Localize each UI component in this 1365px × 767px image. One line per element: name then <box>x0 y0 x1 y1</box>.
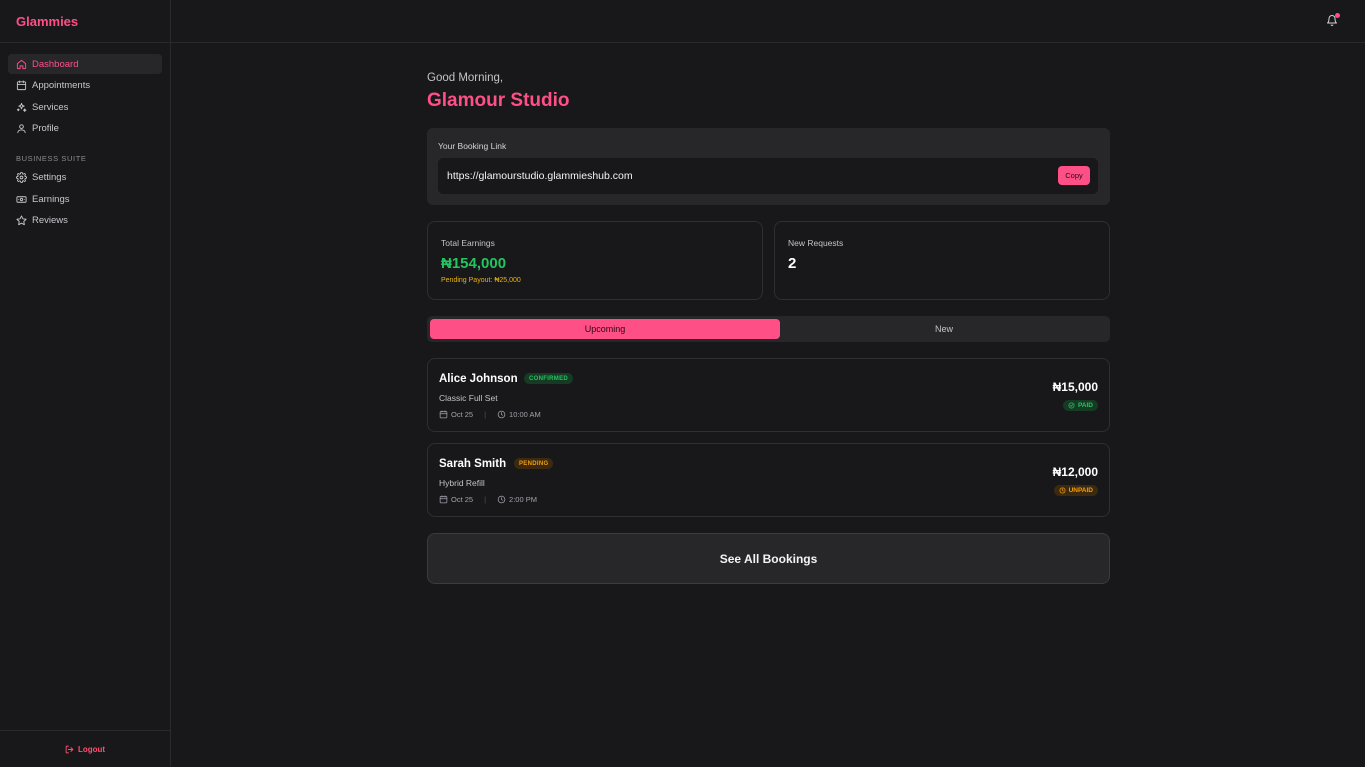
stat-value: ₦154,000 <box>441 255 507 272</box>
check-circle-icon <box>1068 402 1075 409</box>
client-name: Alice Johnson <box>439 373 518 385</box>
sidebar-item-profile[interactable]: Profile <box>8 119 162 139</box>
payment-badge: PAID <box>1062 400 1098 411</box>
status-badge: PENDING <box>514 458 554 469</box>
booking-link-label: Your Booking Link <box>438 141 507 151</box>
booking-time: 10:00 AM <box>509 410 541 419</box>
divider: | <box>484 495 487 504</box>
client-name: Sarah Smith <box>439 458 507 470</box>
see-all-bookings-button[interactable]: See All Bookings <box>427 533 1110 584</box>
sidebar-item-appointments[interactable]: Appointments <box>8 76 162 96</box>
notifications-button[interactable] <box>1326 13 1340 27</box>
total-earnings-card: Total Earnings ₦154,000 Pending Payout: … <box>427 221 763 300</box>
copy-button[interactable]: Copy <box>1058 166 1090 185</box>
booking-price: ₦15,000 <box>1052 380 1098 394</box>
payment-status: UNPAID <box>1068 487 1093 494</box>
clock-icon <box>497 410 506 419</box>
sidebar-item-dashboard[interactable]: Dashboard <box>8 54 162 74</box>
sidebar-item-label: Earnings <box>32 193 70 205</box>
sidebar-item-label: Services <box>32 101 69 113</box>
sidebar-item-services[interactable]: Services <box>8 97 162 117</box>
divider: | <box>484 410 487 419</box>
service-name: Hybrid Refill <box>439 478 485 488</box>
sidebar-item-settings[interactable]: Settings <box>8 168 162 188</box>
sidebar-item-label: Appointments <box>32 80 91 91</box>
banknote-icon <box>16 195 27 203</box>
topbar <box>171 0 1365 43</box>
stat-label: New Requests <box>788 238 844 248</box>
sidebar: Glammies Dashboard Appointments Services… <box>0 0 171 767</box>
stat-value: 2 <box>788 255 797 272</box>
booking-card[interactable]: Alice Johnson CONFIRMED Classic Full Set… <box>427 358 1110 432</box>
app-root: Glammies Dashboard Appointments Services… <box>0 0 1365 767</box>
sidebar-nav: Dashboard Appointments Services Profile … <box>0 43 170 231</box>
tab-new[interactable]: New <box>769 319 1119 339</box>
booking-date: Oct 25 <box>451 495 474 504</box>
booking-date: Oct 25 <box>451 410 474 419</box>
booking-link-field: https://glamourstudio.glammieshub.com Co… <box>438 158 1098 194</box>
status-badge: CONFIRMED <box>524 373 574 384</box>
brand-logo[interactable]: Glammies <box>0 0 170 43</box>
greeting: Good Morning, <box>427 72 504 84</box>
clock-icon <box>1059 487 1066 494</box>
pending-payout: Pending Payout: ₦25,000 <box>441 277 521 284</box>
sparkles-icon <box>16 102 27 112</box>
sidebar-item-label: Settings <box>32 172 67 183</box>
logout-icon <box>65 745 74 753</box>
clock-icon <box>497 495 506 504</box>
booking-card[interactable]: Sarah Smith PENDING Hybrid Refill Oct 25… <box>427 443 1110 517</box>
star-icon <box>16 215 27 226</box>
service-name: Classic Full Set <box>439 393 498 403</box>
bookings-tabs: Upcoming New <box>427 316 1110 342</box>
section-title-business-suite: BUSINESS SUITE <box>16 153 87 163</box>
unread-indicator <box>1335 13 1340 18</box>
payment-status: PAID <box>1077 402 1093 409</box>
booking-time: 2:00 PM <box>509 495 537 504</box>
page-title: Glamour Studio <box>427 90 570 111</box>
tab-upcoming[interactable]: Upcoming <box>430 319 780 339</box>
calendar-icon <box>439 495 448 504</box>
logout-area: Logout <box>0 730 170 767</box>
gear-icon <box>16 172 27 183</box>
user-icon <box>17 124 26 134</box>
stat-label: Total Earnings <box>441 238 495 248</box>
booking-meta: Oct 25 | 10:00 AM <box>439 410 541 419</box>
sidebar-item-reviews[interactable]: Reviews <box>8 211 162 231</box>
booking-link-url[interactable]: https://glamourstudio.glammieshub.com <box>447 170 633 182</box>
home-icon <box>16 59 27 69</box>
sidebar-item-label: Profile <box>32 123 59 134</box>
booking-price: ₦12,000 <box>1052 465 1098 479</box>
payment-badge: UNPAID <box>1053 485 1098 496</box>
logout-label: Logout <box>77 744 106 754</box>
logout-button[interactable]: Logout <box>65 745 105 754</box>
booking-meta: Oct 25 | 2:00 PM <box>439 495 537 504</box>
new-requests-card: New Requests 2 <box>774 221 1110 300</box>
sidebar-item-label: Reviews <box>32 215 68 226</box>
calendar-icon <box>439 410 448 419</box>
booking-link-card: Your Booking Link https://glamourstudio.… <box>427 128 1110 205</box>
sidebar-item-label: Dashboard <box>32 58 79 70</box>
calendar-icon <box>16 80 27 91</box>
sidebar-item-earnings[interactable]: Earnings <box>8 189 162 209</box>
